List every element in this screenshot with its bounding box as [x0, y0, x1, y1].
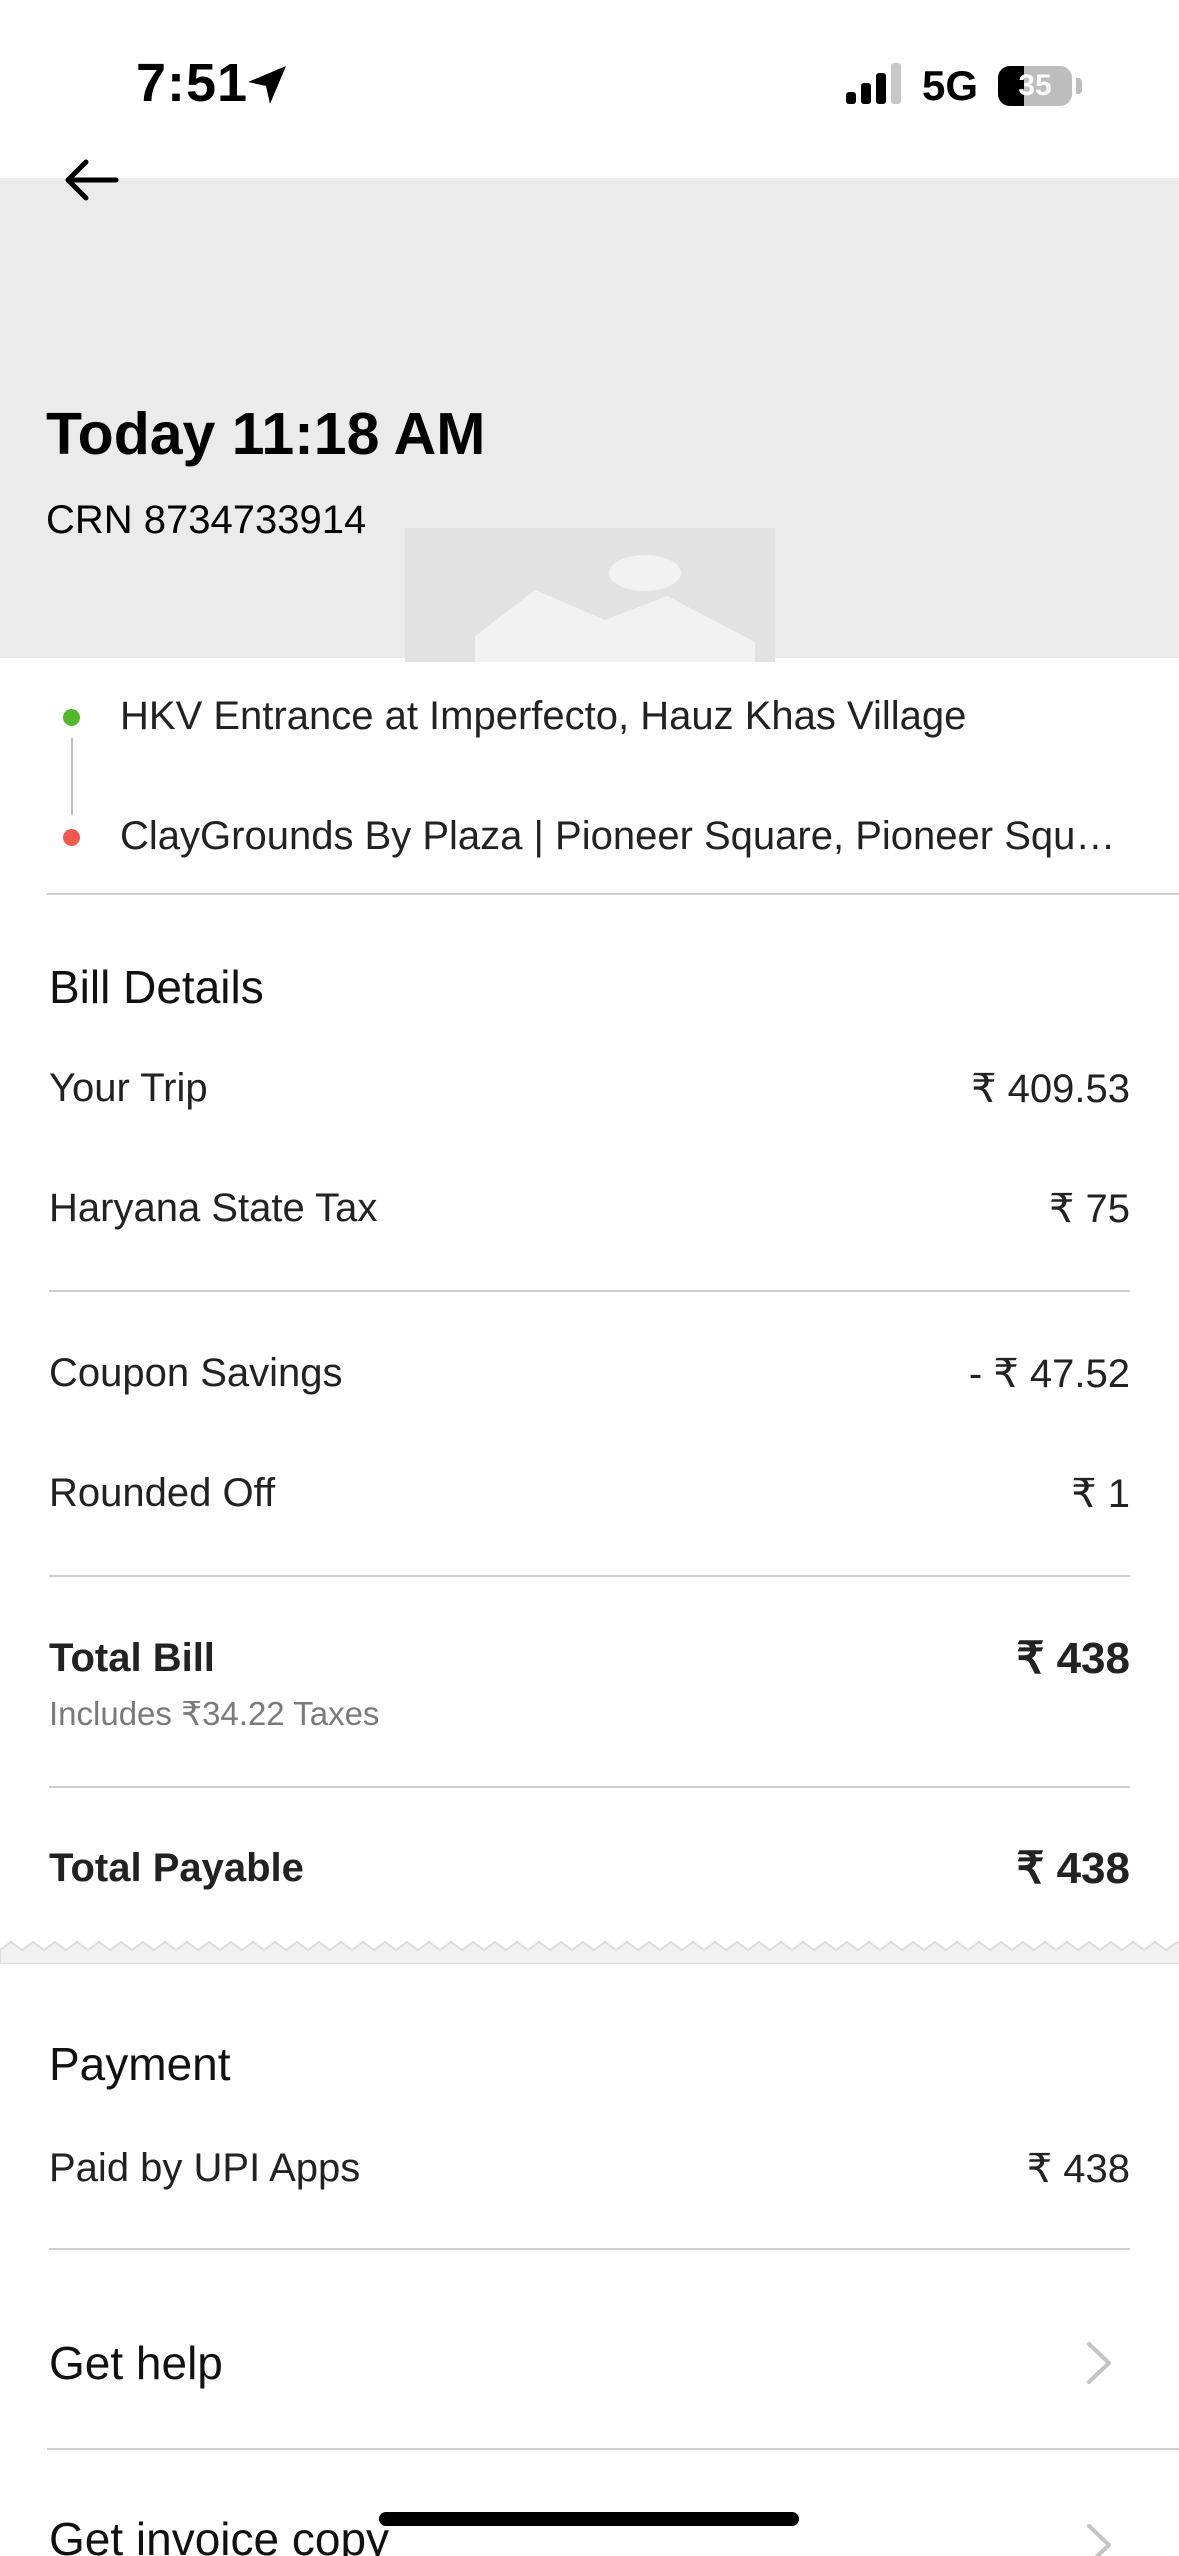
- battery-icon: 35: [998, 66, 1072, 106]
- get-help-label: Get help: [49, 2337, 223, 2389]
- bill-divider-2: [49, 1575, 1130, 1577]
- signal-icon: [846, 63, 901, 104]
- battery-level: 35: [1018, 69, 1052, 102]
- status-time: 7:51: [136, 53, 249, 113]
- state-tax-value: ₹ 75: [1048, 1187, 1130, 1231]
- route-divider: [47, 893, 1179, 895]
- location-arrow-icon: [248, 66, 286, 104]
- total-payable-value: ₹ 438: [1016, 1844, 1130, 1893]
- get-invoice-button[interactable]: Get invoice copy: [0, 2450, 1179, 2556]
- your-trip-value: ₹ 409.53: [971, 1067, 1130, 1111]
- receipt-edge: [0, 1940, 1179, 1964]
- total-payable-label: Total Payable: [49, 1846, 304, 1890]
- payment-title: Payment: [49, 2038, 231, 2090]
- total-bill-label: Total Bill: [49, 1636, 215, 1680]
- state-tax-label: Haryana State Tax: [49, 1186, 378, 1230]
- pickup-dot: [63, 709, 80, 726]
- bill-divider-3: [49, 1786, 1130, 1788]
- get-invoice-label: Get invoice copy: [49, 2513, 390, 2556]
- payment-method-value: ₹ 438: [1026, 2147, 1130, 2191]
- total-bill-value: ₹ 438: [1016, 1634, 1130, 1683]
- drop-address: ClayGrounds By Plaza | Pioneer Square, P…: [120, 814, 1118, 858]
- rounded-off-value: ₹ 1: [1071, 1472, 1130, 1516]
- crn-number: CRN 8734733914: [46, 498, 367, 542]
- pickup-address: HKV Entrance at Imperfecto, Hauz Khas Vi…: [120, 694, 967, 738]
- trip-header: Today 11:18 AM CRN 8734733914: [0, 178, 1179, 662]
- get-help-button[interactable]: Get help: [0, 2250, 1179, 2450]
- back-arrow-icon[interactable]: [50, 140, 130, 220]
- route-line: [71, 738, 73, 815]
- chevron-right-icon: [1087, 2524, 1111, 2556]
- rounded-off-label: Rounded Off: [49, 1471, 276, 1515]
- chevron-right-icon: [1087, 2342, 1111, 2384]
- network-type: 5G: [922, 62, 979, 109]
- bill-details-title: Bill Details: [49, 961, 264, 1013]
- your-trip-label: Your Trip: [49, 1066, 208, 1110]
- coupon-savings-value: - ₹ 47.52: [968, 1352, 1130, 1396]
- drop-dot: [63, 829, 80, 846]
- battery-tip: [1076, 78, 1082, 94]
- image-placeholder-icon: [405, 528, 775, 662]
- payment-method-label: Paid by UPI Apps: [49, 2146, 361, 2190]
- coupon-savings-label: Coupon Savings: [49, 1351, 343, 1395]
- trip-datetime: Today 11:18 AM: [46, 401, 486, 467]
- taxes-note: Includes ₹34.22 Taxes: [49, 1695, 380, 1732]
- bill-divider-1: [49, 1290, 1130, 1292]
- home-indicator: [379, 2512, 799, 2526]
